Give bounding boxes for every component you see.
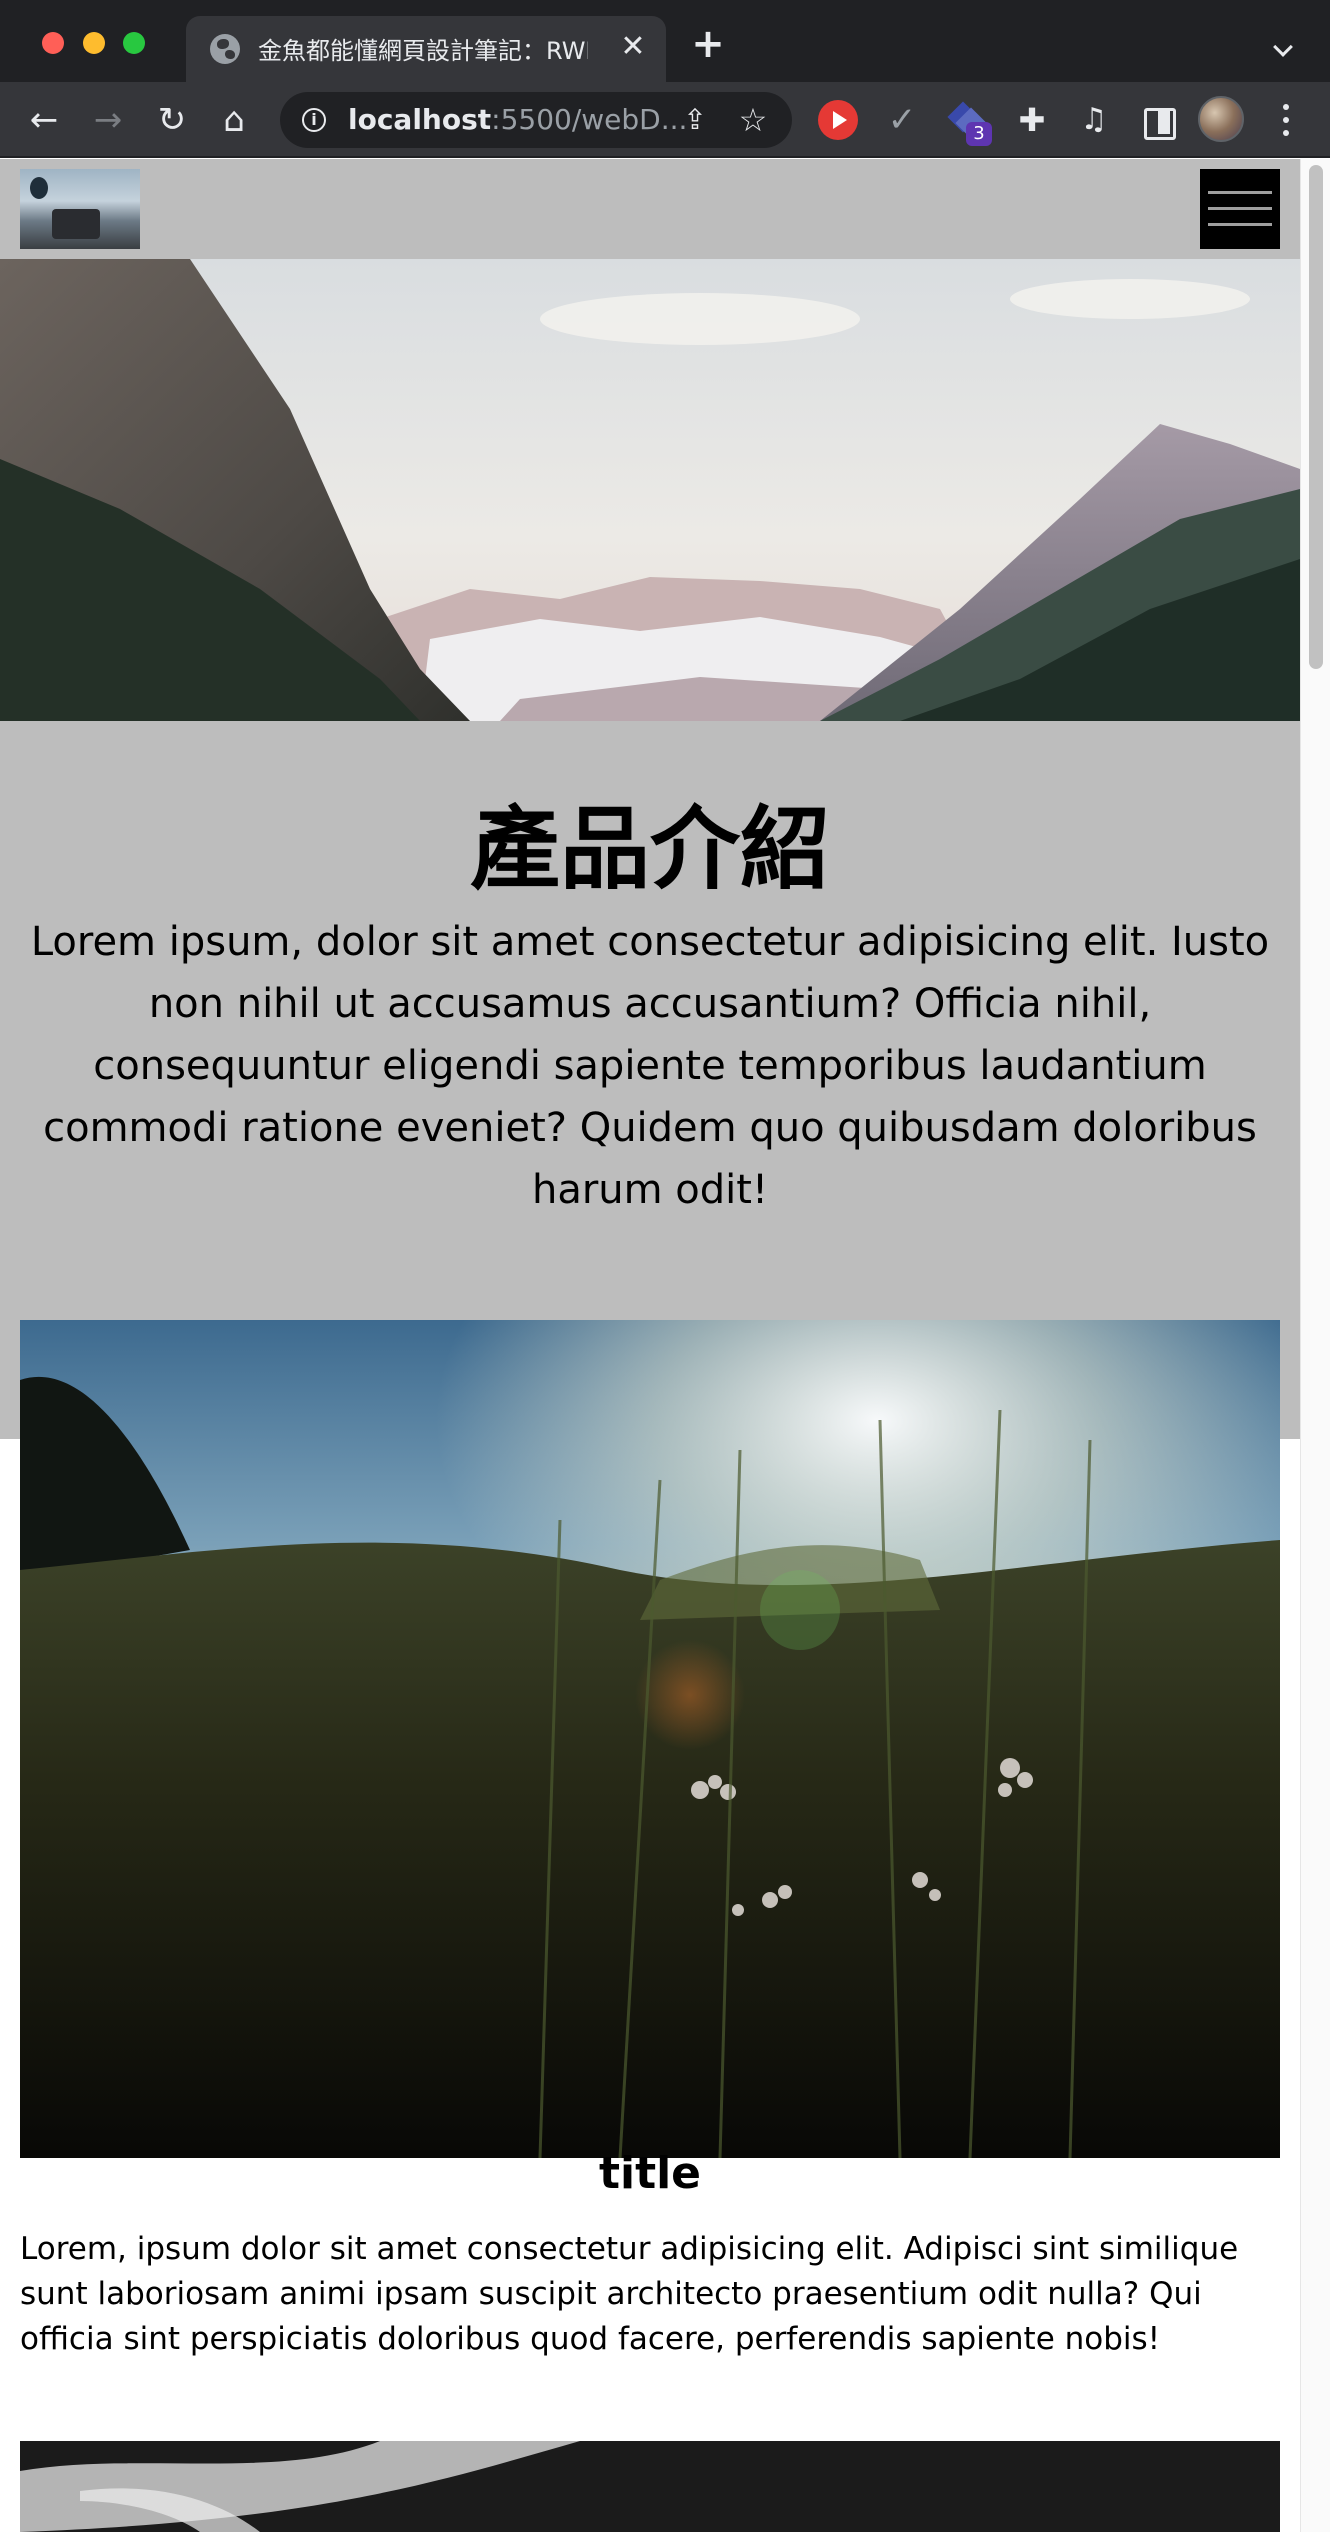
second-card-image [20,2441,1280,2532]
puzzle-icon[interactable]: ✚ [1012,100,1052,140]
close-icon[interactable]: ✕ [616,30,650,64]
window-close-button[interactable] [42,32,64,54]
check-icon[interactable]: ✓ [882,100,922,140]
play-icon[interactable] [818,100,858,140]
kebab-menu-icon[interactable] [1280,100,1292,140]
url-text: localhost:5500/webD... [348,104,687,136]
site-header [0,159,1300,259]
hamburger-icon[interactable] [1200,169,1280,249]
info-icon[interactable]: i [302,108,326,132]
card-image [20,1320,1280,2158]
card-text: Lorem, ipsum dolor sit amet consectetur … [20,2231,1239,2357]
share-icon[interactable]: ⇪ [680,104,710,136]
active-tab[interactable]: 金魚都能懂網頁設計筆記：RWD ✕ [186,16,666,82]
star-icon[interactable]: ☆ [735,102,771,138]
scrollbar-thumb[interactable] [1309,165,1323,669]
plus-icon[interactable]: + [688,24,728,64]
address-bar[interactable]: i localhost:5500/webD... ⇪ ☆ [280,92,792,148]
intro-title: 產品介紹 [470,797,830,902]
tab-title: 金魚都能懂網頁設計筆記：RWD [258,37,588,65]
browser-tab-strip: 金魚都能懂網頁設計筆記：RWD ✕ + [0,0,1330,82]
avatar[interactable] [1198,96,1244,142]
hero-banner-image [0,259,1300,721]
window-minimize-button[interactable] [83,32,105,54]
side-panel-icon[interactable] [1138,100,1178,140]
reload-icon[interactable]: ↻ [150,98,194,142]
browser-toolbar: ← → ↻ ⌂ i localhost:5500/webD... ⇪ ☆ ✓ 3… [0,82,1330,158]
intro-text: Lorem ipsum, dolor sit amet consectetur … [30,919,1270,1213]
page-scrollbar[interactable] [1300,159,1330,2532]
window-zoom-button[interactable] [123,32,145,54]
extension-badge: 3 [966,122,992,146]
back-arrow-icon[interactable]: ← [22,98,66,142]
card-title: title [598,2148,702,2199]
page-viewport: 產品介紹 Lorem ipsum, dolor sit amet consect… [0,159,1330,2532]
globe-icon [210,34,240,64]
forward-arrow-icon[interactable]: → [86,98,130,142]
media-control-icon[interactable]: ♫ [1074,100,1114,140]
site-logo[interactable] [20,169,140,249]
stack-icon[interactable]: 3 [947,100,992,146]
home-icon[interactable]: ⌂ [212,98,256,142]
url-host: localhost [348,103,492,136]
url-path: :5500/webD... [491,103,688,136]
